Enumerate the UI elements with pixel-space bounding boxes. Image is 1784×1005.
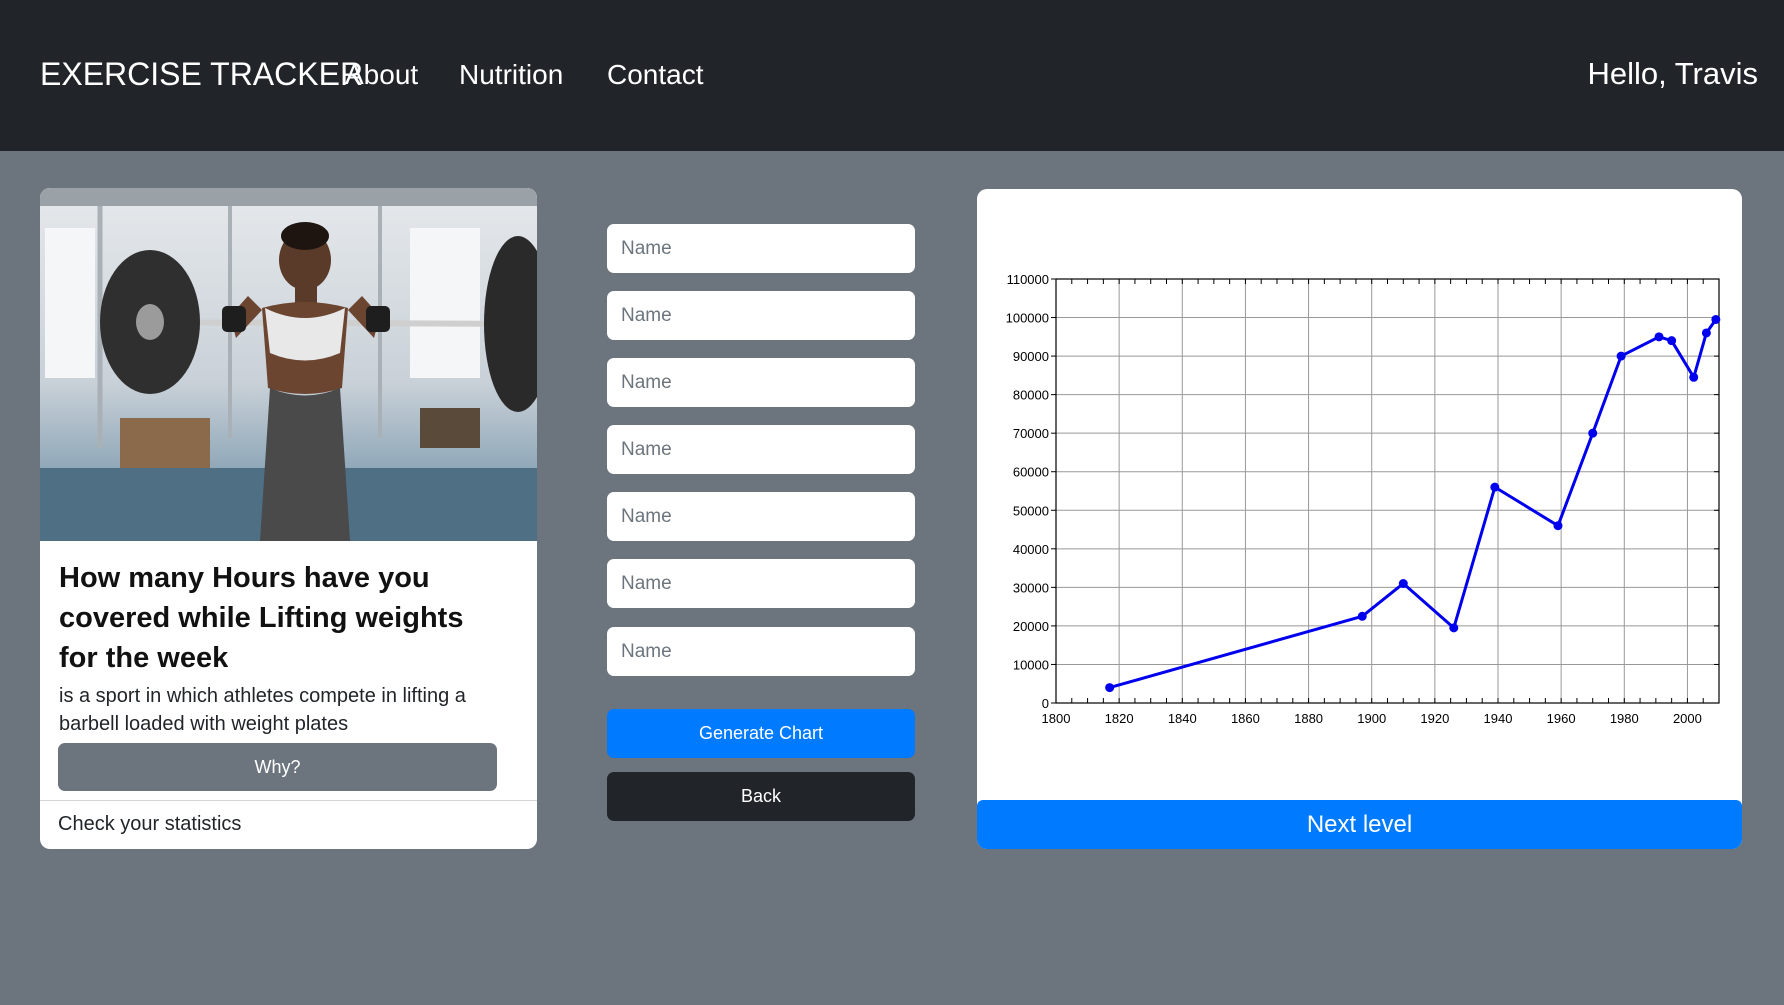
data-point bbox=[1490, 482, 1500, 492]
data-point bbox=[1654, 332, 1664, 342]
y-tick-label: 70000 bbox=[1013, 426, 1049, 441]
data-point bbox=[1667, 336, 1677, 346]
x-tick-label: 1960 bbox=[1547, 711, 1576, 726]
name-input-7[interactable] bbox=[607, 627, 915, 676]
y-tick-label: 90000 bbox=[1013, 349, 1049, 364]
data-point bbox=[1105, 683, 1115, 693]
next-level-button[interactable]: Next level bbox=[977, 800, 1742, 849]
x-tick-label: 1980 bbox=[1610, 711, 1639, 726]
y-tick-label: 30000 bbox=[1013, 580, 1049, 595]
x-tick-label: 1920 bbox=[1420, 711, 1449, 726]
nav-link-contact[interactable]: Contact bbox=[607, 59, 704, 91]
card-footer: Check your statistics bbox=[40, 800, 537, 849]
name-input-6[interactable] bbox=[607, 559, 915, 608]
x-tick-label: 1860 bbox=[1231, 711, 1260, 726]
data-point bbox=[1689, 372, 1699, 382]
y-tick-label: 10000 bbox=[1013, 657, 1049, 672]
generate-chart-button[interactable]: Generate Chart bbox=[607, 709, 915, 758]
x-tick-label: 1820 bbox=[1105, 711, 1134, 726]
navbar: EXERCISE TRACKER About Nutrition Contact… bbox=[0, 0, 1784, 151]
user-greeting: Hello, Travis bbox=[1587, 56, 1758, 91]
info-card: How many Hours have you covered while Li… bbox=[40, 188, 537, 849]
y-tick-label: 20000 bbox=[1013, 619, 1049, 634]
data-point bbox=[1398, 579, 1408, 589]
name-input-3[interactable] bbox=[607, 358, 915, 407]
back-button[interactable]: Back bbox=[607, 772, 915, 821]
y-tick-label: 40000 bbox=[1013, 542, 1049, 557]
data-point bbox=[1711, 314, 1721, 324]
data-point bbox=[1616, 351, 1626, 361]
x-tick-label: 1940 bbox=[1484, 711, 1513, 726]
series-line bbox=[1109, 318, 1718, 690]
nav-link-nutrition[interactable]: Nutrition bbox=[459, 59, 563, 91]
data-point bbox=[1588, 428, 1598, 438]
x-tick-label: 1900 bbox=[1357, 711, 1386, 726]
name-input-5[interactable] bbox=[607, 492, 915, 541]
y-tick-label: 110000 bbox=[1007, 272, 1049, 287]
why-button[interactable]: Why? bbox=[58, 743, 497, 791]
nav-link-about[interactable]: About bbox=[345, 59, 418, 91]
y-tick-label: 50000 bbox=[1013, 503, 1049, 518]
chart-card: 1800 1820 1840 1860 1880 1900 1920 1940 1960 1980… bbox=[977, 189, 1742, 849]
y-tick-label: 60000 bbox=[1013, 465, 1049, 480]
data-point bbox=[1449, 623, 1459, 633]
name-input-1[interactable] bbox=[607, 224, 915, 273]
card-description: is a sport in which athletes compete in … bbox=[59, 685, 466, 735]
x-tick-label: 1880 bbox=[1294, 711, 1323, 726]
weightlifting-photo bbox=[40, 188, 537, 541]
x-tick-label: 1800 bbox=[1042, 711, 1071, 726]
brand-logo[interactable]: EXERCISE TRACKER bbox=[40, 56, 363, 93]
line-chart: 1800 1820 1840 1860 1880 1900 1920 1940 1960 1980… bbox=[1006, 272, 1721, 726]
y-tick-label: 100000 bbox=[1006, 311, 1049, 326]
card-title: How many Hours have you covered while Li… bbox=[59, 562, 464, 674]
data-point bbox=[1701, 328, 1711, 338]
x-tick-label: 2000 bbox=[1673, 711, 1702, 726]
y-tick-label: 0 bbox=[1042, 696, 1049, 711]
name-input-4[interactable] bbox=[607, 425, 915, 474]
data-point bbox=[1553, 521, 1563, 531]
data-point bbox=[1357, 611, 1367, 621]
plot-frame bbox=[1055, 278, 1720, 704]
x-tick-label: 1840 bbox=[1168, 711, 1197, 726]
y-tick-label: 80000 bbox=[1013, 388, 1049, 403]
name-input-2[interactable] bbox=[607, 291, 915, 340]
